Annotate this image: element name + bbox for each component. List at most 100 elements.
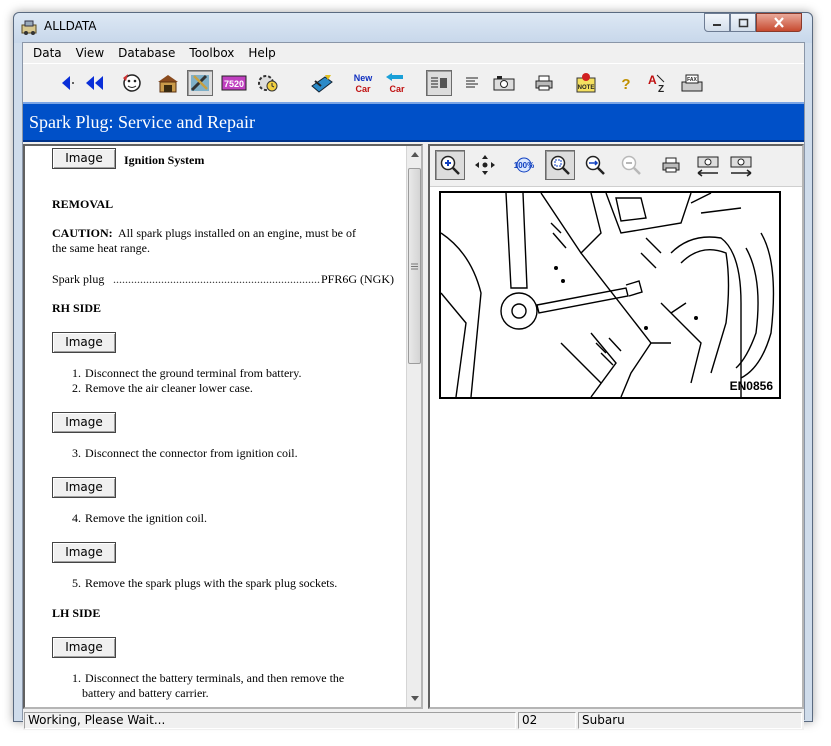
svg-text:A: A bbox=[648, 73, 657, 87]
image-button-rh-4[interactable]: Image bbox=[52, 542, 116, 563]
menu-data[interactable]: Data bbox=[26, 43, 69, 63]
engine-spark-plug-illustration bbox=[440, 192, 775, 398]
new-car-button[interactable]: New Car bbox=[349, 70, 375, 96]
window-title: ALLDATA bbox=[44, 19, 97, 33]
image-button-rh-1[interactable]: Image bbox=[52, 332, 116, 353]
form-7520-button[interactable]: 7520 bbox=[221, 70, 247, 96]
lh-step-1: 1. Disconnect the battery terminals, and… bbox=[72, 671, 345, 685]
text-and-image-view-button[interactable] bbox=[426, 70, 452, 96]
rh-side-heading: RH SIDE bbox=[52, 301, 102, 315]
text-view-icon bbox=[466, 77, 478, 88]
fax-icon: FAX bbox=[681, 74, 703, 92]
close-icon bbox=[774, 17, 784, 28]
maximize-button[interactable] bbox=[730, 13, 756, 32]
zoom-window-button[interactable] bbox=[580, 150, 610, 180]
text-view-button[interactable] bbox=[459, 70, 485, 96]
removal-heading: REMOVAL bbox=[52, 197, 114, 211]
vertical-scrollbar[interactable] bbox=[406, 146, 421, 707]
close-button[interactable] bbox=[756, 13, 802, 32]
specifications-button[interactable] bbox=[255, 70, 281, 96]
print-button[interactable] bbox=[531, 70, 557, 96]
fax-button[interactable]: FAX bbox=[679, 70, 705, 96]
new-car-icon: New Car bbox=[354, 73, 374, 94]
back-to-start-button[interactable] bbox=[81, 70, 107, 96]
repair-button[interactable] bbox=[187, 70, 213, 96]
image-view-icon bbox=[493, 76, 515, 91]
scroll-down-button[interactable] bbox=[407, 690, 421, 707]
image-button-lh-1[interactable]: Image bbox=[52, 637, 116, 658]
status-make: Subaru bbox=[578, 712, 802, 729]
previous-image-button[interactable] bbox=[693, 150, 723, 180]
technician-button[interactable] bbox=[119, 70, 145, 96]
svg-text:NOTE: NOTE bbox=[578, 85, 595, 91]
figure-pane: 100% EN0856 bbox=[428, 144, 804, 709]
scroll-up-button[interactable] bbox=[407, 146, 421, 163]
a-to-z-index-icon: A Z bbox=[648, 73, 665, 95]
zoom-100-icon: 100% bbox=[514, 157, 534, 173]
back-arrow-icon bbox=[62, 76, 74, 90]
image-button-rh-3[interactable]: Image bbox=[52, 477, 116, 498]
note-icon: NOTE bbox=[576, 73, 596, 93]
menu-toolbox[interactable]: Toolbox bbox=[182, 43, 241, 63]
step-1: 1. Disconnect the ground terminal from b… bbox=[72, 366, 302, 380]
zoom-window-icon bbox=[585, 155, 605, 175]
gear-clock-icon bbox=[258, 75, 278, 92]
zoom-fit-button[interactable] bbox=[545, 150, 575, 180]
spark-plug-spec-label: Spark plug bbox=[52, 272, 105, 286]
print-image-button[interactable] bbox=[656, 150, 686, 180]
svg-text:Z: Z bbox=[658, 84, 664, 95]
system-name: Ignition System bbox=[124, 153, 205, 167]
image-view-button[interactable] bbox=[491, 70, 517, 96]
zoom-in-button[interactable] bbox=[435, 150, 465, 180]
caution-text-line-2: the same heat range. bbox=[52, 241, 150, 255]
print-icon bbox=[662, 157, 680, 173]
menu-help[interactable]: Help bbox=[241, 43, 282, 63]
minimize-icon bbox=[713, 23, 721, 26]
scroll-thumb[interactable] bbox=[408, 168, 421, 364]
text-content: Image Ignition System REMOVAL CAUTION: A… bbox=[25, 146, 405, 707]
repair-tools-icon bbox=[190, 74, 209, 92]
title-bar[interactable]: ALLDATA bbox=[14, 13, 812, 43]
svg-text:FAX: FAX bbox=[687, 77, 697, 83]
previous-car-button[interactable]: Car bbox=[383, 70, 409, 96]
figure-toolbar: 100% bbox=[430, 146, 802, 187]
client-area: Data View Database Toolbox Help 7520 New… bbox=[22, 42, 805, 730]
garage-icon bbox=[158, 75, 178, 93]
note-button[interactable]: NOTE bbox=[573, 70, 599, 96]
zoom-out-button[interactable] bbox=[616, 150, 646, 180]
zoom-100-button[interactable]: 100% bbox=[510, 150, 540, 180]
status-code: 02 bbox=[518, 712, 576, 729]
technician-face-icon bbox=[123, 74, 141, 92]
svg-text:Car: Car bbox=[355, 84, 371, 94]
minimize-button[interactable] bbox=[704, 13, 730, 32]
previous-image-icon bbox=[697, 156, 719, 177]
figure-code: EN0856 bbox=[729, 379, 773, 393]
status-bar: Working, Please Wait... 02 Subaru bbox=[23, 711, 804, 730]
pan-icon bbox=[475, 155, 495, 175]
menu-database[interactable]: Database bbox=[111, 43, 182, 63]
vehicle-selection-button[interactable] bbox=[309, 70, 335, 96]
image-button-ignition-system[interactable]: Image bbox=[52, 148, 116, 169]
pan-button[interactable] bbox=[470, 150, 500, 180]
help-button[interactable]: ? bbox=[613, 70, 639, 96]
garage-button[interactable] bbox=[155, 70, 181, 96]
service-illustration[interactable]: EN0856 bbox=[439, 191, 781, 399]
document-heading-band: Spark Plug: Service and Repair bbox=[23, 102, 804, 142]
maximize-icon bbox=[738, 18, 748, 27]
alldata-app-icon bbox=[21, 20, 37, 35]
next-image-button[interactable] bbox=[726, 150, 756, 180]
scroll-up-arrow-icon bbox=[410, 152, 419, 157]
menu-view[interactable]: View bbox=[69, 43, 111, 63]
image-button-rh-2[interactable]: Image bbox=[52, 412, 116, 433]
caution-text-line-1: CAUTION: All spark plugs installed on an… bbox=[52, 226, 356, 240]
spark-plug-spec-value: PFR6G (NGK) bbox=[321, 272, 395, 286]
document-title: Spark Plug: Service and Repair bbox=[29, 112, 255, 132]
status-message: Working, Please Wait... bbox=[24, 712, 516, 729]
back-button[interactable] bbox=[53, 70, 79, 96]
svg-text:Car: Car bbox=[389, 84, 405, 94]
grip-icon bbox=[411, 263, 418, 269]
step-3: 3. Disconnect the connector from ignitio… bbox=[72, 446, 298, 460]
a-to-z-index-button[interactable]: A Z bbox=[645, 70, 671, 96]
zoom-in-icon bbox=[440, 155, 460, 175]
back-to-start-icon bbox=[86, 76, 103, 90]
